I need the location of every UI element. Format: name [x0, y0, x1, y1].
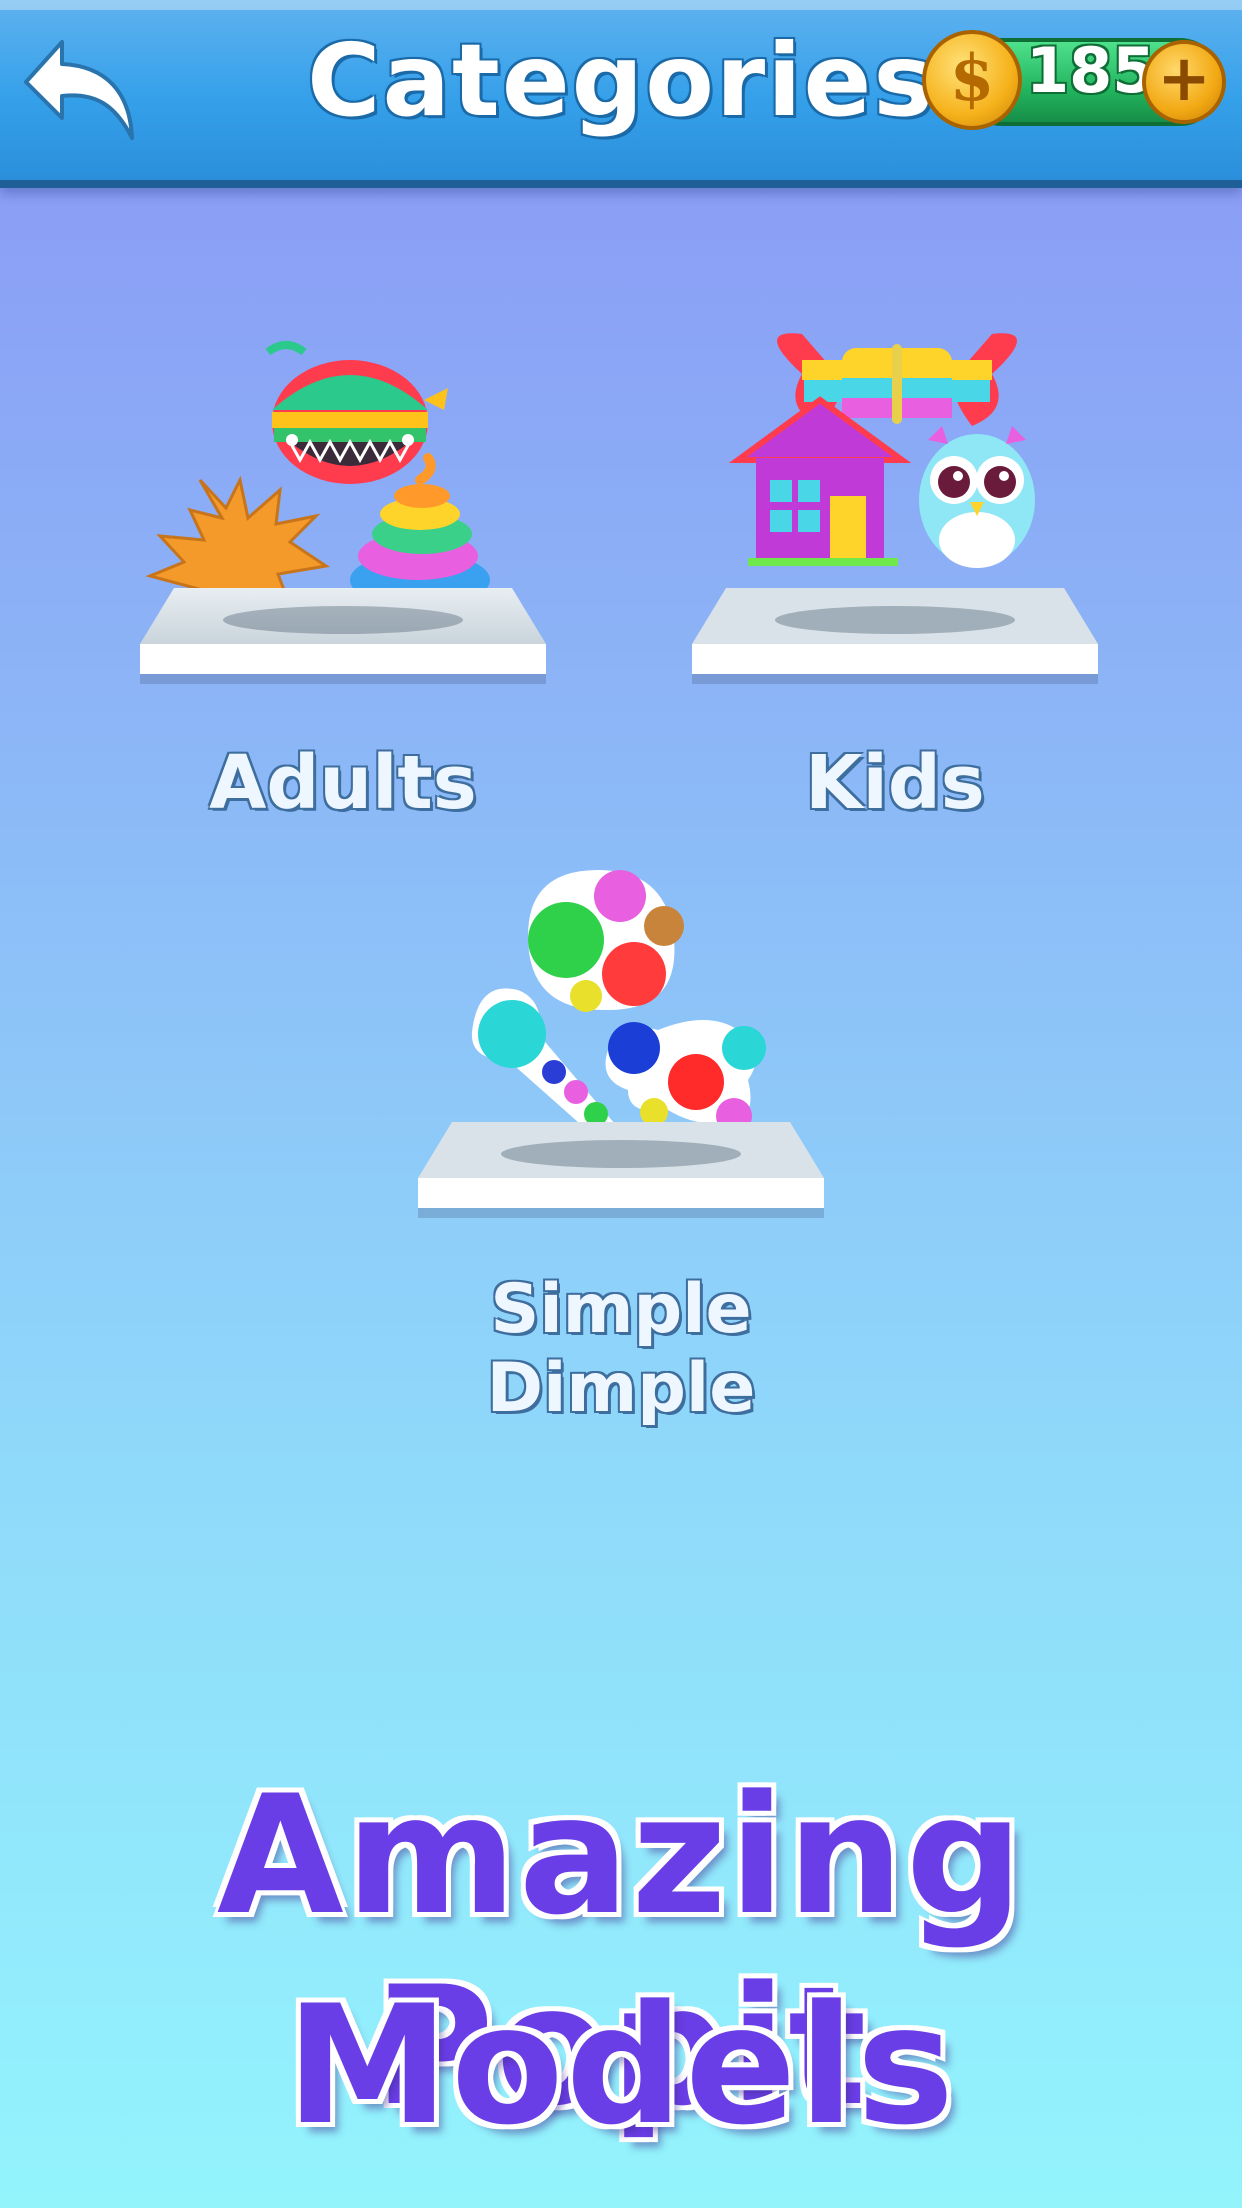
coin-count: 185: [1026, 34, 1156, 107]
add-coins-button[interactable]: +: [1142, 40, 1226, 124]
adults-pedestal: [140, 588, 546, 684]
whale-popit-icon: [265, 341, 448, 484]
house-popit-icon: [728, 396, 912, 566]
kids-pedestal: [692, 588, 1098, 684]
coin-counter: $ 185 +: [922, 28, 1226, 130]
kids-models: [728, 333, 1035, 568]
coin-icon: $: [922, 30, 1022, 130]
category-label-kids: Kids: [805, 740, 985, 826]
top-bar-gloss: [0, 0, 1242, 10]
category-adults[interactable]: Adults: [140, 330, 546, 830]
adults-models: [145, 341, 490, 620]
promo-line-2: Models: [285, 1970, 957, 2161]
top-bar: Categories $ 185 +: [0, 0, 1242, 188]
category-label-adults: Adults: [209, 740, 477, 826]
simple-dimple-pedestal: [418, 1122, 824, 1218]
category-simple-dimple[interactable]: Simple Dimple: [418, 860, 824, 1428]
owl-popit-icon: [919, 426, 1035, 568]
category-label-simple-dimple: Simple Dimple: [486, 1270, 756, 1428]
category-kids[interactable]: Kids: [692, 330, 1098, 830]
simple-dimple-flower-icon: [528, 870, 684, 1012]
